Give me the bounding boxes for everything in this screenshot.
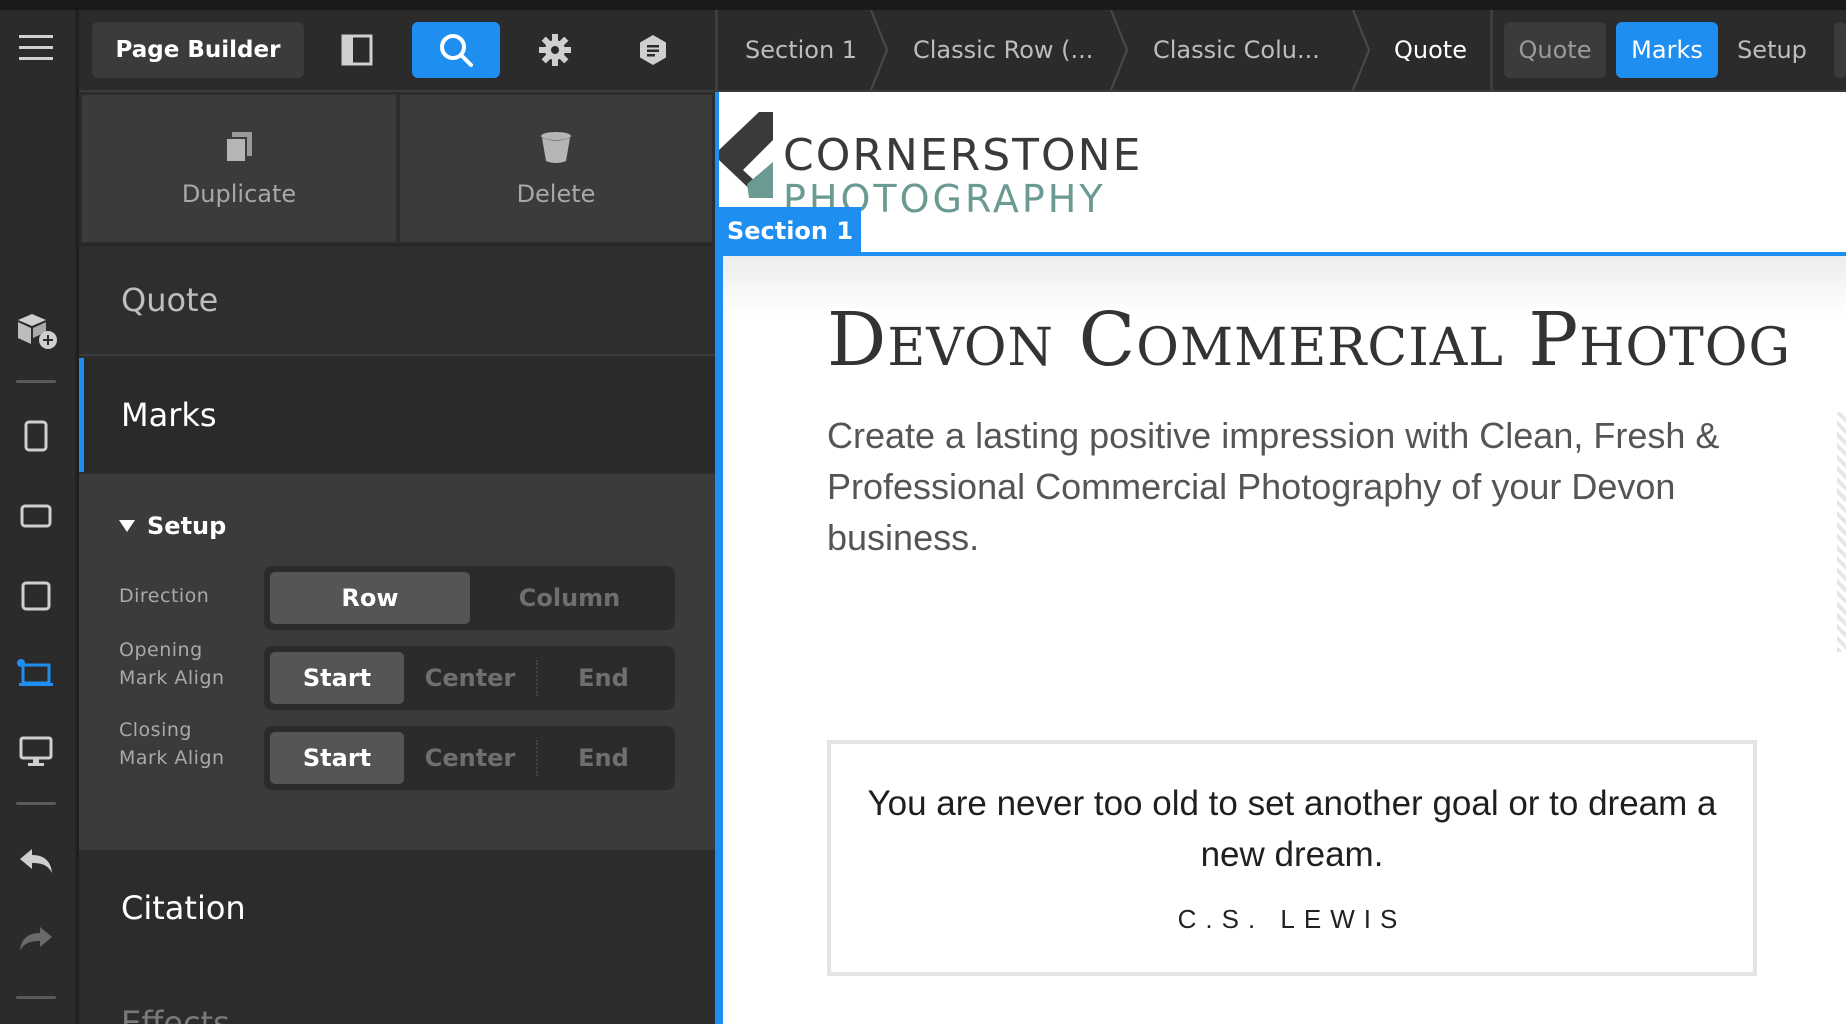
opening-align-label-line1: Opening bbox=[119, 639, 203, 661]
chevron-right-icon bbox=[870, 10, 889, 90]
rail-divider bbox=[16, 380, 56, 383]
tab-overflow[interactable] bbox=[1834, 22, 1846, 78]
opening-center-option[interactable]: Center bbox=[404, 652, 536, 704]
setup-group: Setup Direction Row Column Opening Mark … bbox=[79, 474, 715, 850]
page-intro-text[interactable]: Create a lasting positive impression wit… bbox=[827, 410, 1727, 563]
page-headline[interactable]: Devon Commercial Photog bbox=[827, 297, 1791, 383]
nav-marks[interactable]: Marks bbox=[79, 358, 715, 472]
closing-align-control: Start Center End bbox=[264, 726, 675, 790]
rail-divider bbox=[16, 802, 56, 805]
undo-icon[interactable] bbox=[14, 838, 58, 882]
rail-divider bbox=[16, 996, 56, 999]
opening-align-label-line2: Mark Align bbox=[119, 667, 225, 689]
logo-line1: CORNERSTONE bbox=[783, 130, 1142, 181]
direction-column-option[interactable]: Column bbox=[470, 572, 669, 624]
direction-control: Row Column bbox=[264, 566, 675, 630]
closing-align-label-line1: Closing bbox=[119, 719, 192, 741]
cornerstone-logo[interactable]: CORNERSTONE PHOTOGRAPHY bbox=[719, 112, 1279, 222]
document-icon[interactable] bbox=[609, 22, 697, 78]
menu-icon[interactable] bbox=[14, 26, 58, 70]
desktop-view-icon[interactable] bbox=[14, 730, 58, 774]
nav-effects[interactable]: Effects bbox=[79, 964, 715, 1024]
layout-panel-icon[interactable] bbox=[313, 22, 401, 78]
search-icon[interactable] bbox=[412, 22, 500, 78]
closing-align-label-line2: Mark Align bbox=[119, 747, 225, 769]
inspector-panel: Duplicate Delete Quote Marks Setup Direc… bbox=[79, 92, 715, 1024]
delete-button[interactable]: Delete bbox=[400, 95, 712, 242]
nav-marks-label: Marks bbox=[121, 396, 217, 434]
setup-title: Setup bbox=[147, 512, 227, 540]
trash-icon bbox=[541, 131, 571, 163]
add-element-icon[interactable] bbox=[14, 308, 58, 352]
tablet-portrait-icon[interactable] bbox=[14, 574, 58, 618]
closing-start-option[interactable]: Start bbox=[270, 732, 404, 784]
toolbar-divider bbox=[715, 10, 718, 92]
redo-icon[interactable] bbox=[14, 916, 58, 960]
chevron-right-icon bbox=[1110, 10, 1129, 90]
duplicate-icon bbox=[225, 131, 252, 163]
breadcrumb-item-row[interactable]: Classic Row (... bbox=[913, 10, 1093, 90]
tab-quote[interactable]: Quote bbox=[1504, 22, 1606, 78]
direction-row-option[interactable]: Row bbox=[270, 572, 470, 624]
direction-label: Direction bbox=[119, 585, 210, 607]
closing-end-option[interactable]: End bbox=[538, 732, 669, 784]
opening-end-option[interactable]: End bbox=[538, 652, 669, 704]
quote-element[interactable]: You are never too old to set another goa… bbox=[827, 740, 1757, 976]
chevron-right-icon bbox=[1352, 10, 1371, 90]
delete-label: Delete bbox=[516, 179, 596, 208]
breadcrumb-item-section[interactable]: Section 1 bbox=[745, 10, 857, 90]
tab-setup[interactable]: Setup bbox=[1722, 22, 1822, 78]
duplicate-label: Duplicate bbox=[181, 179, 297, 208]
opening-align-label: Opening Mark Align bbox=[119, 636, 225, 692]
quote-citation: C.S. LEWIS bbox=[1177, 904, 1407, 934]
nav-citation[interactable]: Citation bbox=[79, 852, 715, 964]
page-preview: CORNERSTONE PHOTOGRAPHY Section 1 Devon … bbox=[719, 92, 1846, 1024]
tablet-landscape-icon[interactable] bbox=[14, 494, 58, 538]
breadcrumb: Section 1 Classic Row (... Classic Colu.… bbox=[719, 10, 1569, 90]
scroll-edge-indicator bbox=[1837, 412, 1846, 652]
left-rail bbox=[0, 0, 77, 1024]
caret-down-icon bbox=[119, 520, 135, 532]
quote-text: You are never too old to set another goa… bbox=[867, 784, 1717, 874]
nav-quote[interactable]: Quote bbox=[79, 244, 715, 356]
opening-start-option[interactable]: Start bbox=[270, 652, 404, 704]
opening-align-control: Start Center End bbox=[264, 646, 675, 710]
breadcrumb-item-quote[interactable]: Quote bbox=[1394, 10, 1467, 90]
gear-icon[interactable] bbox=[511, 22, 599, 78]
section-outline-left bbox=[719, 252, 723, 1024]
laptop-view-icon[interactable] bbox=[14, 652, 58, 696]
element-actions: Duplicate Delete bbox=[79, 92, 715, 244]
closing-align-label: Closing Mark Align bbox=[119, 716, 225, 772]
page-builder-button[interactable]: Page Builder bbox=[92, 22, 304, 78]
duplicate-button[interactable]: Duplicate bbox=[82, 95, 396, 242]
setup-toggle[interactable]: Setup bbox=[119, 512, 226, 540]
toolbar-divider bbox=[1490, 10, 1493, 92]
phone-view-icon[interactable] bbox=[14, 414, 58, 458]
section-tag[interactable]: Section 1 bbox=[719, 207, 861, 255]
closing-center-option[interactable]: Center bbox=[404, 732, 536, 784]
breadcrumb-item-column[interactable]: Classic Colu... bbox=[1153, 10, 1320, 90]
tab-marks[interactable]: Marks bbox=[1616, 22, 1718, 78]
